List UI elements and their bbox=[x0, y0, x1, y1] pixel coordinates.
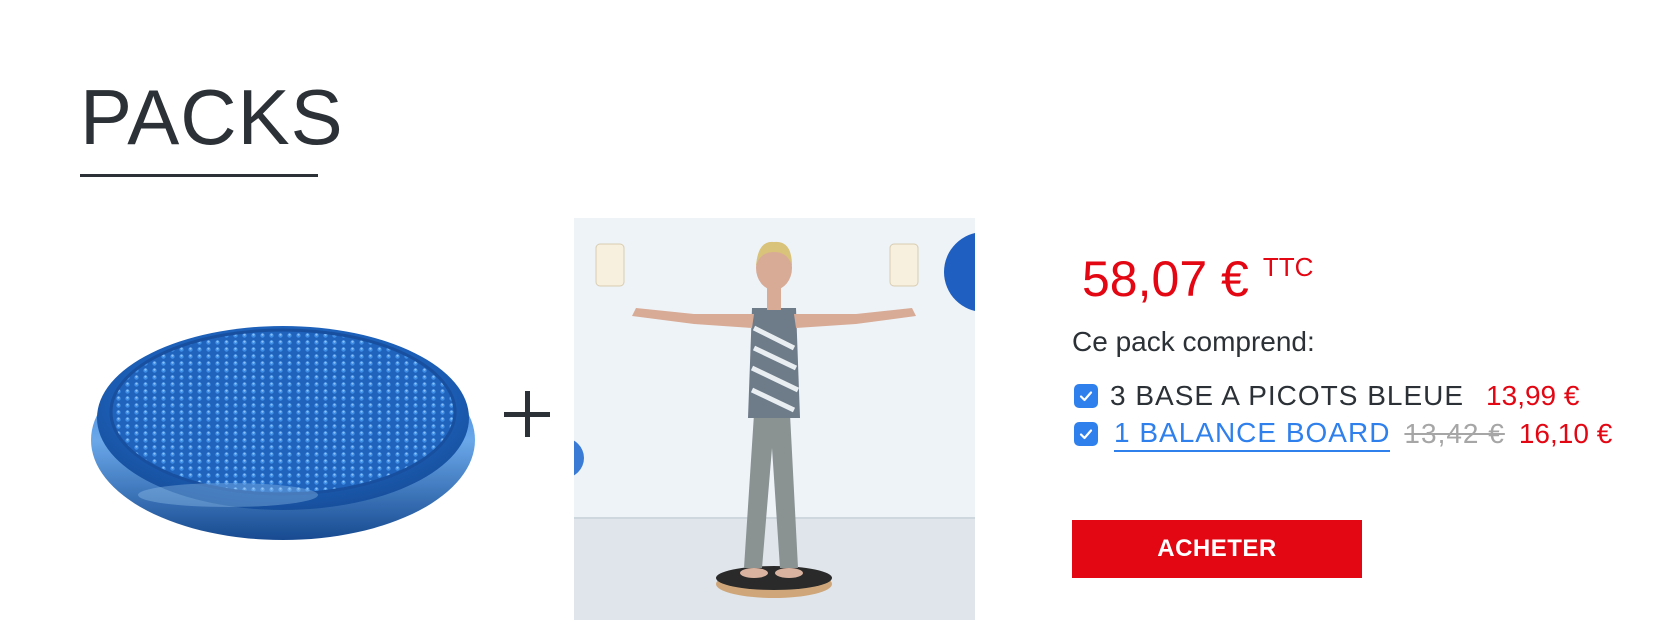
section-title: PACKS bbox=[80, 73, 344, 161]
checkbox-checked-icon[interactable] bbox=[1074, 384, 1098, 408]
pack-item: 1 BALANCE BOARD 13,42 € 16,10 € bbox=[1074, 414, 1612, 454]
pack-item: 3 BASE A PICOTS BLEUE 13,99 € bbox=[1074, 376, 1579, 416]
product-image-spiked-cushion[interactable] bbox=[78, 290, 488, 550]
title-underline bbox=[80, 174, 318, 177]
plus-icon bbox=[500, 385, 558, 443]
pack-total-price-value: 58,07 € bbox=[1082, 251, 1249, 307]
pack-item-name: 3 BASE A PICOTS BLEUE bbox=[1110, 380, 1465, 411]
pack-item-price: 13,99 € bbox=[1486, 380, 1580, 411]
tax-label: TTC bbox=[1262, 252, 1314, 282]
product-image-balance-board[interactable] bbox=[574, 218, 975, 620]
pack-item-link[interactable]: 1 BALANCE BOARD bbox=[1114, 417, 1391, 452]
pack-includes-label: Ce pack comprend: bbox=[1072, 326, 1315, 357]
checkbox-checked-icon[interactable] bbox=[1074, 422, 1098, 446]
pack-total-price: 58,07 € TTC bbox=[1082, 250, 1313, 308]
pack-item-price: 16,10 € bbox=[1518, 418, 1613, 449]
buy-button[interactable]: ACHETER bbox=[1072, 520, 1362, 578]
pack-item-old-price: 13,42 € bbox=[1404, 418, 1505, 449]
